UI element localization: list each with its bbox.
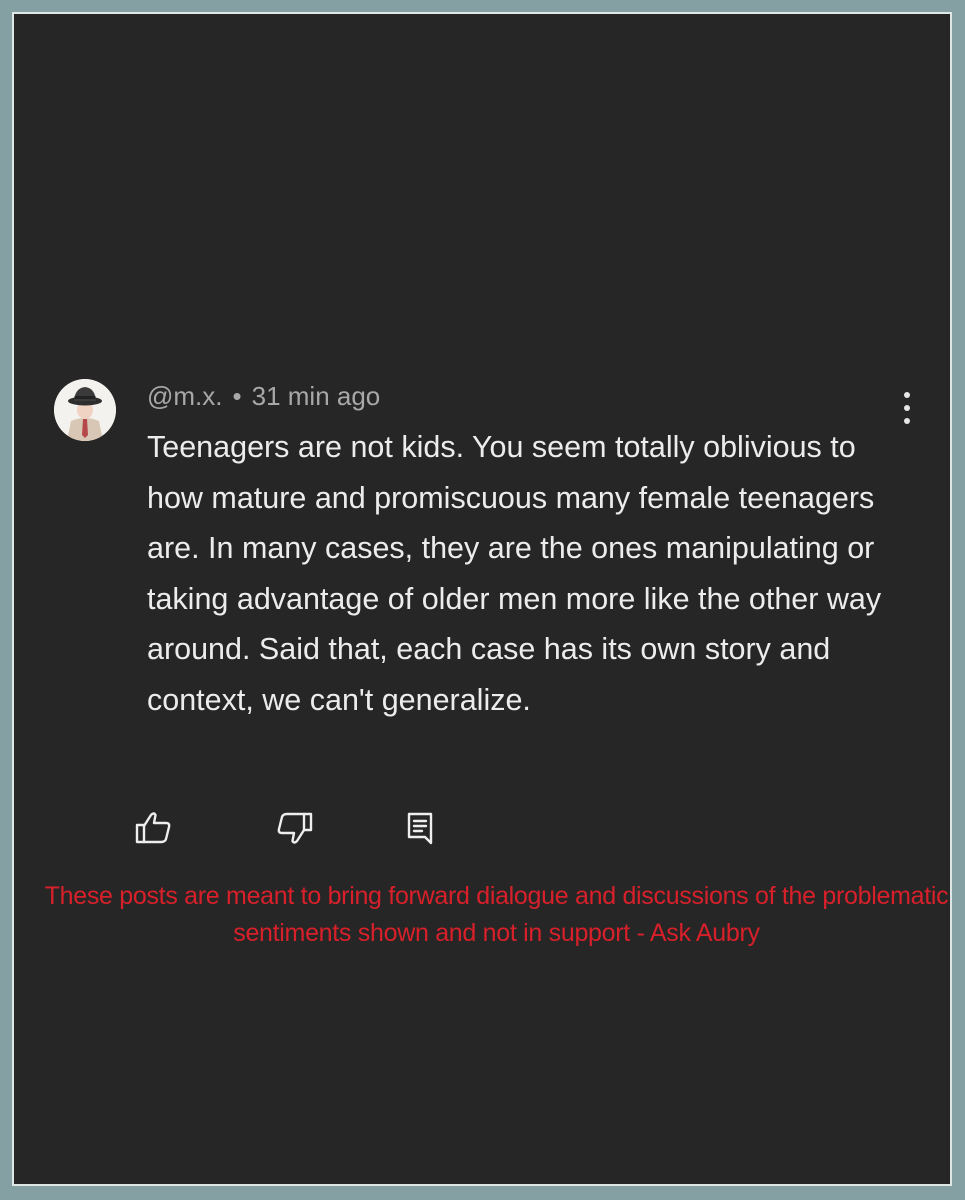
- comment-actions: [14, 810, 954, 846]
- more-dot: [904, 392, 910, 398]
- dislike-button[interactable]: [274, 810, 314, 846]
- reply-button[interactable]: [404, 810, 444, 846]
- like-button[interactable]: [134, 810, 174, 846]
- reply-comment-icon: [407, 812, 433, 845]
- meta-separator: •: [232, 381, 242, 411]
- disclaimer-text: These posts are meant to bring forward d…: [44, 882, 949, 947]
- user-avatar[interactable]: [54, 379, 116, 441]
- comment-timestamp[interactable]: 31 min ago: [252, 381, 381, 411]
- screenshot-panel: @m.x. • 31 min ago Teenagers are not kids.…: [12, 12, 952, 1186]
- avatar-illustration: [54, 379, 116, 441]
- comment-text: Teenagers are not kids. You seem totally…: [147, 430, 882, 717]
- comment-meta: @m.x. • 31 min ago: [147, 379, 380, 413]
- comment-username[interactable]: @m.x.: [147, 381, 223, 411]
- more-dot: [904, 405, 910, 411]
- thumbs-down-icon: [277, 812, 313, 844]
- thumbs-up-icon: [135, 812, 171, 844]
